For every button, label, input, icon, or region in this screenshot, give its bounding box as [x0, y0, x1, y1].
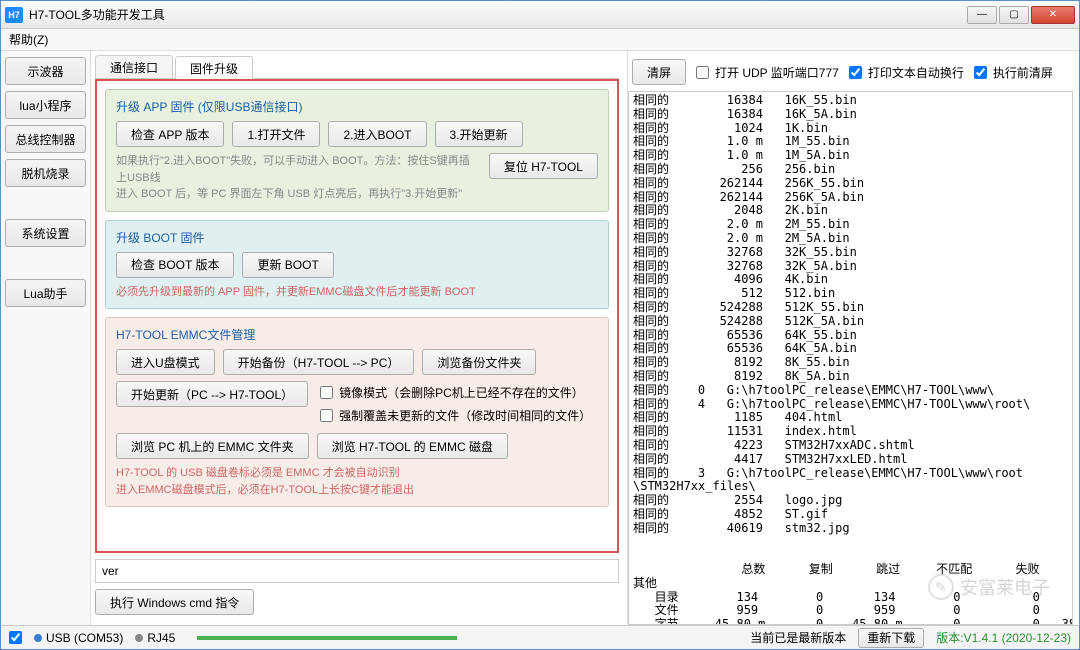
force-overwrite-checkbox[interactable] [320, 409, 333, 422]
auto-wrap-checkbox[interactable] [849, 66, 862, 79]
group-app-upgrade: 升级 APP 固件 (仅限USB通信接口) 检查 APP 版本 1.打开文件 2… [105, 89, 609, 212]
emmc-hint-1: H7-TOOL 的 USB 磁盘卷标必须是 EMMC 才会被自动识别 [116, 465, 598, 482]
force-overwrite-row[interactable]: 强制覆盖未更新的文件（修改时间相同的文件） [320, 407, 591, 424]
maximize-button[interactable]: ▢ [999, 6, 1029, 24]
check-app-version-button[interactable]: 检查 APP 版本 [116, 121, 224, 147]
usb-dot-icon [34, 634, 42, 642]
check-boot-version-button[interactable]: 检查 BOOT 版本 [116, 252, 234, 278]
close-button[interactable]: ✕ [1031, 6, 1075, 24]
app-window: H7 H7-TOOL多功能开发工具 — ▢ ✕ 帮助(Z) 示波器 lua小程序… [0, 0, 1080, 650]
left-nav: 示波器 lua小程序 总线控制器 脱机烧录 系统设置 Lua助手 [1, 51, 91, 625]
nav-lua-assistant[interactable]: Lua助手 [5, 279, 86, 307]
status-usb: USB (COM53) [34, 631, 123, 645]
tab-firmware-upgrade[interactable]: 固件升级 [175, 56, 253, 79]
titlebar: H7 H7-TOOL多功能开发工具 — ▢ ✕ [1, 1, 1079, 29]
app-hint-2: 进入 BOOT 后，等 PC 界面左下角 USB 灯点亮后，再执行"3.开始更新… [116, 186, 479, 203]
nav-offline-burn[interactable]: 脱机烧录 [5, 159, 86, 187]
update-boot-button[interactable]: 更新 BOOT [242, 252, 333, 278]
reset-h7tool-button[interactable]: 复位 H7-TOOL [489, 153, 598, 179]
version-label: 版本:V1.4.1 (2020-12-23) [936, 629, 1071, 646]
group-emmc: H7-TOOL EMMC文件管理 进入U盘模式 开始备份（H7-TOOL -->… [105, 317, 609, 507]
mirror-mode-row[interactable]: 镜像模式（会删除PC机上已经不存在的文件） [320, 384, 591, 401]
group-app-title: 升级 APP 固件 (仅限USB通信接口) [116, 98, 598, 115]
auto-wrap-row[interactable]: 打印文本自动换行 [849, 64, 964, 81]
app-hint-1: 如果执行"2.进入BOOT"失败，可以手动进入 BOOT。方法：按住S键再插上U… [116, 153, 479, 186]
status-rj45: RJ45 [135, 631, 175, 645]
udp-listen-label: 打开 UDP 监听端口777 [715, 64, 839, 81]
boot-hint: 必须先升级到最新的 APP 固件，并更新EMMC磁盘文件后才能更新 BOOT [116, 284, 598, 301]
enter-udisk-button[interactable]: 进入U盘模式 [116, 349, 215, 375]
group-emmc-title: H7-TOOL EMMC文件管理 [116, 326, 598, 343]
group-boot-upgrade: 升级 BOOT 固件 检查 BOOT 版本 更新 BOOT 必须先升级到最新的 … [105, 220, 609, 310]
start-backup-button[interactable]: 开始备份（H7-TOOL --> PC） [223, 349, 415, 375]
rj45-dot-icon [135, 634, 143, 642]
minimize-button[interactable]: — [967, 6, 997, 24]
mirror-mode-checkbox[interactable] [320, 386, 333, 399]
udp-listen-checkbox[interactable] [696, 66, 709, 79]
exec-cmd-button[interactable]: 执行 Windows cmd 指令 [95, 589, 254, 615]
status-latest: 当前已是最新版本 [750, 629, 846, 646]
clear-log-button[interactable]: 清屏 [632, 59, 686, 85]
statusbar: USB (COM53) RJ45 当前已是最新版本 重新下载 版本:V1.4.1… [1, 625, 1079, 649]
mirror-mode-label: 镜像模式（会删除PC机上已经不存在的文件） [339, 384, 584, 401]
center-pane: 通信接口 固件升级 升级 APP 固件 (仅限USB通信接口) 检查 APP 版… [91, 51, 627, 625]
nav-system-settings[interactable]: 系统设置 [5, 219, 86, 247]
nav-oscilloscope[interactable]: 示波器 [5, 57, 86, 85]
app-icon: H7 [5, 7, 23, 23]
force-overwrite-label: 强制覆盖未更新的文件（修改时间相同的文件） [339, 407, 591, 424]
right-pane: 清屏 打开 UDP 监听端口777 打印文本自动换行 执行前清屏 相同的 163… [627, 51, 1079, 625]
start-update-button[interactable]: 3.开始更新 [435, 121, 523, 147]
menubar: 帮助(Z) [1, 29, 1079, 51]
browse-backup-button[interactable]: 浏览备份文件夹 [422, 349, 536, 375]
open-file-button[interactable]: 1.打开文件 [232, 121, 320, 147]
menu-help[interactable]: 帮助(Z) [9, 31, 48, 48]
cmd-input[interactable] [95, 559, 619, 583]
nav-bus-controller[interactable]: 总线控制器 [5, 125, 86, 153]
window-title: H7-TOOL多功能开发工具 [29, 6, 967, 23]
preclear-row[interactable]: 执行前清屏 [974, 64, 1053, 81]
redownload-button[interactable]: 重新下载 [858, 628, 924, 648]
group-boot-title: 升级 BOOT 固件 [116, 229, 598, 246]
tab-comm[interactable]: 通信接口 [95, 55, 173, 78]
progress-bar [197, 636, 457, 640]
start-update-emmc-button[interactable]: 开始更新（PC --> H7-TOOL） [116, 381, 308, 407]
status-enable-checkbox[interactable] [9, 631, 22, 644]
emmc-hint-2: 进入EMMC磁盘模式后，必须在H7-TOOL上长按C键才能退出 [116, 482, 598, 499]
preclear-checkbox[interactable] [974, 66, 987, 79]
browse-pc-emmc-button[interactable]: 浏览 PC 机上的 EMMC 文件夹 [116, 433, 309, 459]
upgrade-panel: 升级 APP 固件 (仅限USB通信接口) 检查 APP 版本 1.打开文件 2… [95, 79, 619, 553]
tabs: 通信接口 固件升级 [95, 55, 619, 79]
udp-listen-row[interactable]: 打开 UDP 监听端口777 [696, 64, 839, 81]
preclear-label: 执行前清屏 [993, 64, 1053, 81]
nav-lua-script[interactable]: lua小程序 [5, 91, 86, 119]
enter-boot-button[interactable]: 2.进入BOOT [328, 121, 426, 147]
browse-h7-emmc-button[interactable]: 浏览 H7-TOOL 的 EMMC 磁盘 [317, 433, 508, 459]
log-output[interactable]: 相同的 16384 16K_55.bin 相同的 16384 16K_5A.bi… [628, 91, 1073, 625]
auto-wrap-label: 打印文本自动换行 [868, 64, 964, 81]
